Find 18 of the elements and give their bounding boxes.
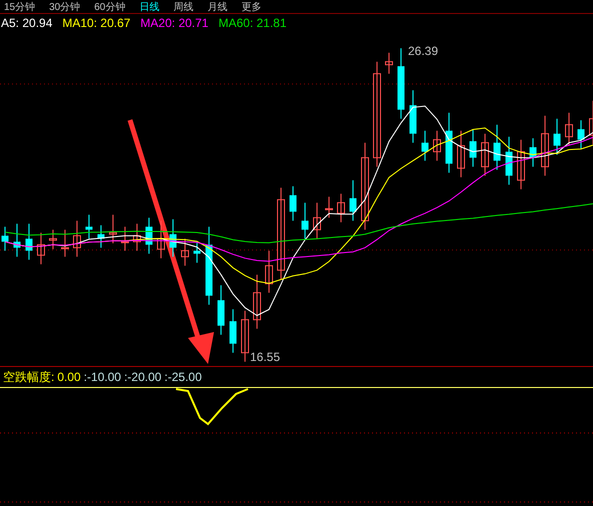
period-tab[interactable]: 月线 — [207, 0, 228, 14]
period-tab[interactable]: 60分钟 — [94, 0, 126, 14]
ma-value: MA60: 21.81 — [218, 16, 287, 30]
price-label: 16.55 — [250, 350, 280, 364]
ma-value: MA20: 20.71 — [140, 16, 208, 30]
indicator-value: :-25.00 — [164, 370, 202, 384]
indicator-value: :-10.00 — [84, 370, 122, 384]
indicator-value: 0.00 — [57, 370, 81, 384]
indicator-name: 空跌幅度: — [3, 368, 54, 386]
ma-value: A5: 20.94 — [1, 16, 52, 30]
period-tab[interactable]: 15分钟 — [4, 0, 36, 14]
period-tab[interactable]: 周线 — [173, 0, 194, 14]
period-tab[interactable]: 30分钟 — [49, 0, 80, 14]
price-label: 26.39 — [408, 44, 438, 58]
ma-value: MA10: 20.67 — [62, 16, 130, 30]
period-tab[interactable]: 日线 — [139, 0, 160, 14]
period-tab[interactable]: 更多 — [241, 0, 262, 14]
indicator-value: :-20.00 — [124, 370, 162, 384]
